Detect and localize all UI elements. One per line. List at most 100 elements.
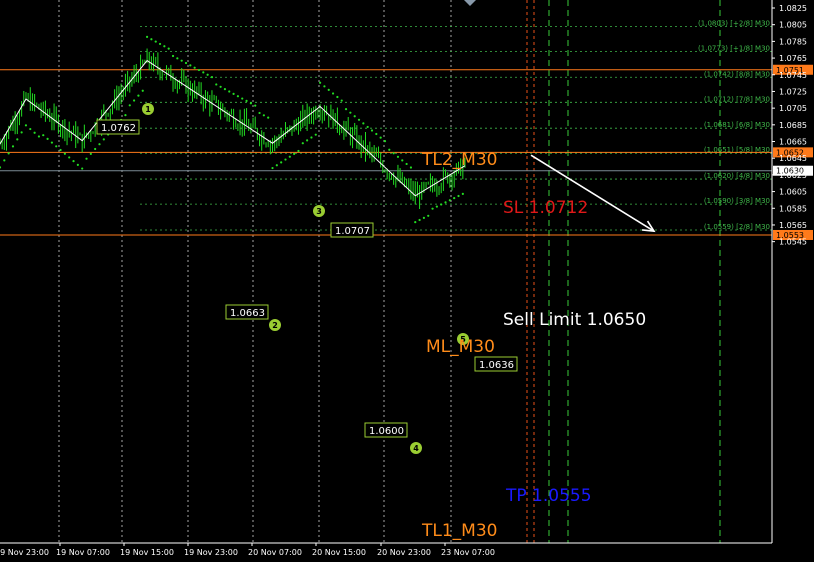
- sar-dot: [375, 132, 378, 136]
- price-tick-label: 1.0685: [779, 121, 807, 130]
- sell-limit-label: Sell Limit 1.0650: [503, 310, 646, 330]
- price-chart[interactable]: (1.0803) [+2/8] M30 (1.0773) [+1/8] M30 (1…: [0, 0, 814, 562]
- sar-dot: [258, 111, 261, 115]
- sar-dot: [340, 99, 343, 102]
- price-tick-label: 1.0565: [779, 221, 807, 230]
- wave-number: 4: [413, 444, 419, 453]
- sar-dot: [46, 137, 49, 140]
- murrey-label: (1.0712) [7/8] M30: [704, 95, 770, 103]
- sar-dot: [245, 99, 248, 102]
- sar-dot: [388, 148, 391, 151]
- sar-dot: [37, 135, 41, 138]
- sar-dot: [197, 68, 201, 72]
- price-tick-label: 1.0765: [779, 54, 807, 63]
- wave-number: 2: [272, 321, 278, 330]
- sar-dot: [145, 35, 149, 38]
- price-tick-label: 1.0825: [779, 4, 807, 13]
- sar-dot: [163, 45, 166, 48]
- sar-dot: [427, 214, 430, 217]
- murrey-label: (1.0742) [8/8] M30: [704, 70, 770, 78]
- sar-dot: [336, 95, 339, 99]
- sar-dot: [349, 111, 352, 114]
- sar-dot: [306, 139, 309, 142]
- sar-dot: [193, 66, 196, 69]
- murrey-label: (1.0681) [6/8] M30: [704, 121, 770, 129]
- sar-dot: [76, 163, 79, 166]
- time-tick-label: 20 Nov 07:00: [248, 548, 302, 557]
- sar-dot: [85, 157, 88, 160]
- scroll-marker-icon[interactable]: [464, 0, 476, 6]
- murrey-label: (1.0803) [+2/8] M30: [698, 19, 770, 27]
- sar-dot: [68, 156, 71, 159]
- murrey-label: (1.0559) [2/8] M30: [704, 223, 770, 231]
- sar-dot: [158, 42, 162, 46]
- sar-dot: [444, 201, 447, 204]
- sar-dot: [401, 159, 404, 162]
- sar-dot: [362, 122, 365, 125]
- time-tick-label: 19 Nov 23:00: [0, 548, 49, 557]
- sar-dot: [435, 205, 438, 208]
- pivot-price-label: 1.0707: [335, 226, 370, 237]
- time-tick-label: 23 Nov 07:00: [441, 548, 495, 557]
- sar-dot: [24, 124, 28, 127]
- sar-dot: [150, 38, 153, 41]
- tl1-label: TL1_M30: [421, 521, 497, 541]
- sar-dot: [293, 152, 296, 155]
- time-tick-label: 19 Nov 07:00: [56, 548, 110, 557]
- sar-dot: [89, 152, 92, 155]
- sar-dot: [72, 160, 75, 163]
- sar-dot: [42, 134, 45, 137]
- sar-dot: [249, 102, 252, 105]
- chart-axes: 1.0825 1.0805 1.0785 1.0765 1.0745 1.0725 1.07…: [0, 0, 807, 557]
- pivot-price-label: 1.0636: [479, 360, 514, 371]
- chart-grid: [58, 0, 721, 543]
- sar-dot: [271, 166, 274, 170]
- murrey-label: (1.0773) [+1/8] M30: [698, 44, 770, 52]
- sar-dot: [409, 166, 413, 169]
- sar-dot: [314, 133, 317, 136]
- sar-dot: [50, 141, 54, 144]
- price-tick-label: 1.0805: [779, 21, 807, 30]
- time-tick-label: 19 Nov 23:00: [184, 548, 238, 557]
- sar-dot: [327, 88, 330, 91]
- murrey-label: (1.0651) [5/8] M30: [704, 146, 770, 154]
- sar-dot: [171, 54, 175, 58]
- wave-number: 1: [145, 105, 151, 114]
- sar-dot: [16, 138, 19, 141]
- sar-dot: [94, 147, 97, 151]
- sar-dot: [189, 64, 192, 67]
- sar-dot: [323, 85, 326, 88]
- sar-dot: [383, 140, 387, 143]
- sar-dot: [418, 218, 421, 222]
- sar-dot: [331, 92, 335, 95]
- price-tick-label: 1.0545: [779, 238, 807, 247]
- sar-dot: [128, 104, 131, 107]
- time-tick-label: 20 Nov 23:00: [377, 548, 431, 557]
- sar-dot: [210, 76, 214, 79]
- sar-dot: [180, 59, 183, 62]
- sar-dot: [297, 149, 300, 153]
- sar-dot: [461, 192, 464, 195]
- sar-dot: [33, 131, 36, 134]
- sar-dot: [55, 145, 58, 148]
- time-tick-label: 19 Nov 15:00: [120, 548, 174, 557]
- sar-dot: [59, 148, 62, 152]
- sar-dot: [3, 159, 6, 162]
- price-tick-label: 1.0745: [779, 71, 807, 80]
- sar-dot: [318, 81, 322, 84]
- sar-dot: [141, 89, 144, 92]
- candles: [0, 48, 466, 210]
- sar-dot: [176, 57, 179, 60]
- arrow-head-icon: [641, 220, 656, 233]
- sar-dot: [219, 85, 222, 88]
- pivot-price-label: 1.0663: [230, 308, 265, 319]
- price-tick-label: 1.0725: [779, 87, 807, 96]
- sar-dot: [280, 161, 283, 164]
- sar-dot: [254, 104, 257, 107]
- sar-dot: [98, 143, 101, 146]
- sar-dot: [241, 97, 244, 100]
- sar-dot: [167, 47, 170, 50]
- murrey-levels: (1.0803) [+2/8] M30 (1.0773) [+1/8] M30 (1…: [140, 19, 772, 231]
- murrey-label: (1.0590) [3/8] M30: [704, 197, 770, 205]
- price-tick-label: 1.0585: [779, 204, 807, 213]
